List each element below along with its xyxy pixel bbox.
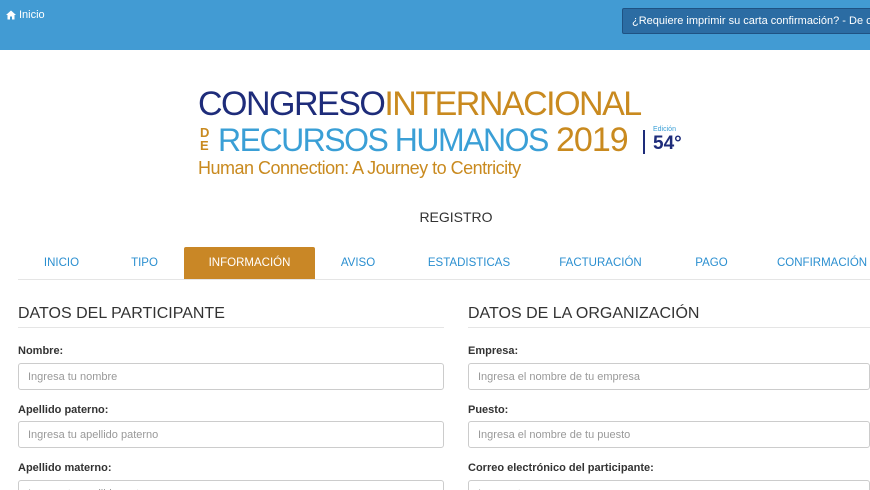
home-icon — [6, 10, 16, 20]
tab-informacion[interactable]: INFORMACIÓN — [184, 247, 315, 279]
empresa-input[interactable] — [468, 363, 870, 390]
tab-pago[interactable]: PAGO — [664, 247, 759, 279]
home-link-label: Inicio — [19, 9, 45, 21]
tab-aviso[interactable]: AVISO — [315, 247, 401, 279]
correo-participante-label: Correo electrónico del participante: — [468, 462, 654, 474]
tab-confirmacion[interactable]: CONFIRMACIÓN — [759, 247, 870, 279]
puesto-input[interactable] — [468, 421, 870, 448]
tab-facturacion[interactable]: FACTURACIÓN — [537, 247, 664, 279]
logo-tagline: Human Connection: A Journey to Centricit… — [198, 158, 521, 178]
logo-year: 2019 — [556, 121, 629, 159]
organization-section-heading: DATOS DE LA ORGANIZACIÓN — [468, 305, 870, 328]
apellido-materno-input[interactable] — [18, 480, 444, 490]
logo-word-internacional: INTERNACIONAL — [384, 85, 642, 123]
tab-tipo[interactable]: TIPO — [105, 247, 184, 279]
apellido-paterno-input[interactable] — [18, 421, 444, 448]
tab-estadisticas[interactable]: ESTADISTICAS — [401, 247, 537, 279]
logo-edition-number: 54° — [653, 133, 682, 154]
tab-inicio[interactable]: INICIO — [18, 247, 105, 279]
nombre-label: Nombre: — [18, 345, 64, 357]
home-link[interactable]: Inicio — [6, 9, 45, 21]
apellido-materno-label: Apellido materno: — [18, 462, 112, 474]
logo-title-line: CONGRESOINTERNACIONAL — [198, 85, 642, 123]
logo-recursos-humanos: RECURSOS HUMANOS — [218, 122, 549, 158]
logo-de-bottom: E — [200, 138, 209, 153]
correo-participante-input[interactable] — [468, 480, 870, 490]
logo-word-congreso: CONGRESO — [198, 85, 386, 123]
logo-divider — [643, 130, 645, 154]
puesto-label: Puesto: — [468, 404, 509, 416]
event-logo: CONGRESOINTERNACIONAL D E RECURSOS HUMAN… — [198, 86, 698, 182]
top-bar: Inicio ¿Requiere imprimir su carta confi… — [0, 0, 870, 50]
page-title: REGISTRO — [419, 209, 493, 225]
registration-steps-tabs: INICIO TIPO INFORMACIÓN AVISO ESTADISTIC… — [18, 247, 870, 280]
empresa-label: Empresa: — [468, 345, 519, 357]
print-confirmation-button[interactable]: ¿Requiere imprimir su carta confirmación… — [622, 8, 870, 34]
participant-section-heading: DATOS DEL PARTICIPANTE — [18, 305, 444, 328]
apellido-paterno-label: Apellido paterno: — [18, 404, 109, 416]
logo-word-de: D E — [200, 126, 214, 156]
nombre-input[interactable] — [18, 363, 444, 390]
